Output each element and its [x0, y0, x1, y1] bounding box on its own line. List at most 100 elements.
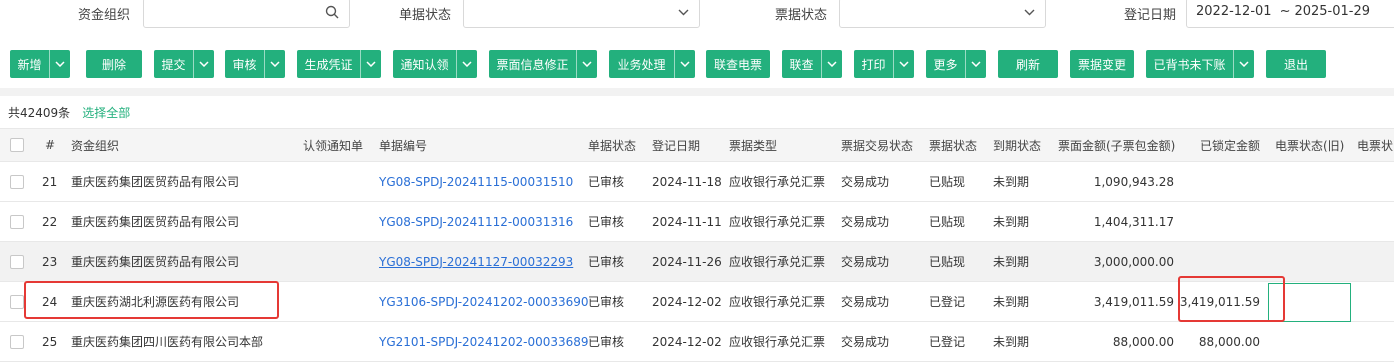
col-locked-amount[interactable]: 已锁定金额	[1200, 129, 1260, 161]
col-index[interactable]: #	[45, 129, 55, 161]
row-trade-status: 交易成功	[841, 335, 890, 349]
row-checkbox-cell[interactable]	[10, 282, 24, 321]
record-summary: 共42409条 选择全部	[8, 104, 130, 121]
chevron-down-icon[interactable]	[576, 50, 597, 78]
col-face-amount[interactable]: 票面金额(子票包金额)	[1058, 129, 1175, 161]
chevron-down-icon	[678, 5, 689, 19]
toolbar-button-2[interactable]: 提交	[154, 50, 214, 78]
toolbar-button-4[interactable]: 生成凭证	[297, 50, 381, 78]
col-trade-status[interactable]: 票据交易状态	[841, 129, 913, 161]
toolbar-button-label: 业务处理	[617, 57, 666, 72]
row-checkbox[interactable]	[10, 254, 24, 269]
doc-status-select[interactable]	[463, 0, 700, 28]
chevron-down-icon[interactable]	[360, 50, 381, 78]
row-doc-code[interactable]: YG3106-SPDJ-20241202-00033690	[379, 282, 589, 321]
select-all-link[interactable]: 选择全部	[82, 106, 130, 120]
chevron-down-icon[interactable]	[674, 50, 695, 78]
row-doc-status: 已审核	[588, 255, 625, 269]
row-trade-status: 交易成功	[841, 215, 890, 229]
col-claim-notice[interactable]: 认领通知单	[303, 129, 363, 161]
row-checkbox[interactable]	[10, 334, 24, 349]
row-doc-code[interactable]: YG08-SPDJ-20241115-00031510	[379, 162, 573, 201]
row-doc-code[interactable]: YG08-SPDJ-20241127-00032293	[379, 242, 573, 281]
chevron-down-icon[interactable]	[893, 50, 914, 78]
chevron-down-icon[interactable]	[49, 50, 70, 78]
toolbar-button-label: 删除	[101, 57, 126, 72]
col-ebill-status[interactable]: 电票状	[1357, 129, 1393, 161]
toolbar-button-14[interactable]: 已背书未下账	[1146, 50, 1254, 78]
row-reg-date: 2024-12-02	[652, 294, 722, 309]
toolbar-button-6[interactable]: 票面信息修正	[489, 50, 597, 78]
reg-date-label: 登记日期	[1124, 8, 1177, 23]
row-checkbox-cell[interactable]	[10, 202, 24, 241]
chevron-down-icon[interactable]	[456, 50, 477, 78]
row-checkbox[interactable]	[10, 174, 24, 189]
row-checkbox[interactable]	[10, 214, 24, 229]
toolbar-button-3[interactable]: 审核	[225, 50, 285, 78]
search-icon[interactable]	[325, 5, 339, 22]
row-fund-org: 重庆医药集团医贸药品有限公司	[71, 175, 240, 189]
row-doc-status: 已审核	[588, 175, 625, 189]
row-doc-status: 已审核	[588, 215, 625, 229]
row-due-status: 未到期	[993, 215, 1030, 229]
chevron-down-icon[interactable]	[821, 50, 842, 78]
row-face-amount: 1,404,311.17	[1093, 214, 1174, 229]
toolbar-button-label: 更多	[933, 57, 958, 72]
toolbar-button-5[interactable]: 通知认领	[393, 50, 477, 78]
row-checkbox-cell[interactable]	[10, 322, 24, 361]
row-face-amount: 3,000,000.00	[1093, 254, 1174, 269]
toolbar-button-11[interactable]: 更多	[926, 50, 986, 78]
col-fund-org[interactable]: 资金组织	[71, 129, 119, 161]
col-doc-code[interactable]: 单据编号	[379, 129, 427, 161]
filter-bar: 资金组织 单据状态 票据状态 登记日期 2022-12-01 ~2025-01-2…	[0, 0, 1394, 30]
col-doc-status[interactable]: 单据状态	[588, 129, 636, 161]
toolbar-button-13[interactable]: 票据变更	[1070, 50, 1134, 78]
bill-status-select[interactable]	[839, 0, 1046, 28]
row-face-amount: 88,000.00	[1112, 334, 1174, 349]
row-trade-status: 交易成功	[841, 295, 890, 309]
chevron-down-icon[interactable]	[193, 50, 214, 78]
table-row[interactable]: 22 重庆医药集团医贸药品有限公司 YG08-SPDJ-20241112-00031…	[0, 202, 1394, 242]
toolbar-button-label: 联查电票	[713, 57, 762, 72]
toolbar-button-label: 新增	[17, 57, 42, 72]
col-bill-status[interactable]: 票据状态	[929, 129, 977, 161]
row-doc-code[interactable]: YG08-SPDJ-20241112-00031316	[379, 202, 573, 241]
date-separator: ~	[1279, 4, 1291, 19]
row-fund-org: 重庆医药集团医贸药品有限公司	[71, 215, 240, 229]
chevron-down-icon[interactable]	[264, 50, 285, 78]
select-all-checkbox[interactable]	[10, 138, 24, 152]
toolbar-button-1[interactable]: 删除	[86, 50, 142, 78]
row-due-status: 未到期	[993, 295, 1030, 309]
row-locked-amount	[1182, 202, 1260, 241]
table-row[interactable]: 25 重庆医药集团四川医药有限公司本部 YG2101-SPDJ-20241202-0…	[0, 322, 1394, 362]
row-checkbox-cell[interactable]	[10, 162, 24, 201]
row-index: 22	[42, 214, 58, 229]
chevron-down-icon[interactable]	[965, 50, 986, 78]
row-checkbox-cell[interactable]	[10, 242, 24, 281]
row-bill-type: 应收银行承兑汇票	[729, 255, 826, 269]
date-range-text[interactable]: 2022-12-01 ~2025-01-29	[1196, 4, 1370, 19]
row-trade-status: 交易成功	[841, 255, 890, 269]
toolbar-button-12[interactable]: 刷新	[998, 50, 1058, 78]
toolbar-button-7[interactable]: 业务处理	[609, 50, 695, 78]
col-ebill-status-old[interactable]: 电票状态(旧)	[1275, 129, 1344, 161]
toolbar-button-10[interactable]: 打印	[854, 50, 914, 78]
row-doc-code[interactable]: YG2101-SPDJ-20241202-00033689	[379, 322, 589, 361]
row-reg-date: 2024-11-18	[652, 174, 722, 189]
fund-org-input[interactable]	[143, 0, 350, 28]
col-bill-type[interactable]: 票据类型	[729, 129, 777, 161]
row-bill-type: 应收银行承兑汇票	[729, 295, 826, 309]
header-checkbox-cell[interactable]	[10, 129, 24, 161]
toolbar-button-15[interactable]: 退出	[1266, 50, 1326, 78]
table-row[interactable]: 21 重庆医药集团医贸药品有限公司 YG08-SPDJ-20241115-00031…	[0, 162, 1394, 202]
toolbar-button-0[interactable]: 新增	[10, 50, 70, 78]
toolbar-button-8[interactable]: 联查电票	[706, 50, 770, 78]
row-checkbox[interactable]	[10, 294, 24, 309]
row-index: 21	[42, 174, 58, 189]
row-index: 23	[42, 254, 58, 269]
col-reg-date[interactable]: 登记日期	[652, 129, 700, 161]
col-due-status[interactable]: 到期状态	[993, 129, 1041, 161]
toolbar-button-9[interactable]: 联查	[782, 50, 842, 78]
row-index: 25	[42, 334, 58, 349]
chevron-down-icon[interactable]	[1233, 50, 1254, 78]
